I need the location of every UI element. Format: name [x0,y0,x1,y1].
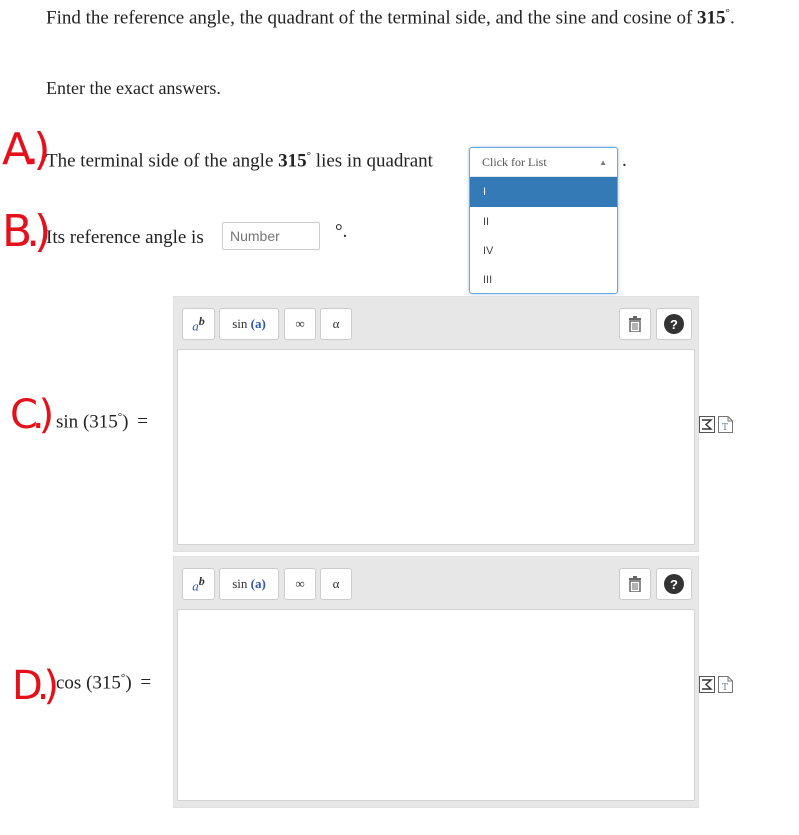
part-a-angle: 315 [278,150,307,172]
part-a-label-after: lies in quadrant [315,150,433,172]
alpha-button[interactable]: α [320,308,352,340]
part-a-label: The terminal side of the angle [46,150,274,172]
cos-func: cos [56,672,82,694]
infinity-button[interactable]: ∞ [284,568,316,600]
help-button[interactable]: ? [656,308,692,340]
sin-func: sin [56,411,79,433]
trash-icon [629,576,641,592]
cos-arg: (315 [86,672,121,694]
editor-toolbar: ab sin (a) ∞ α ? [174,557,698,609]
question-angle: 315 [697,7,726,29]
equals-sign: = [140,672,152,694]
text-document-icon[interactable]: T [718,416,733,433]
degree-symbol: ° [306,150,312,162]
alpha-button[interactable]: α [320,568,352,600]
cos-arg-end: ) [125,672,132,694]
sin-expression: sin (315°) = [56,411,148,433]
help-button[interactable]: ? [656,568,692,600]
sin-button[interactable]: sin (a) [219,308,279,340]
help-icon: ? [664,314,684,334]
editor-toolbar: ab sin (a) ∞ α ? [174,297,698,349]
dropdown-option-i[interactable]: I [470,177,617,207]
alpha-icon: α [332,316,340,331]
marker-a: A.) [2,124,51,175]
dropdown-option-iii[interactable]: III [470,265,617,294]
svg-text:T: T [722,423,728,433]
dropdown-option-iv[interactable]: IV [470,236,617,265]
infinity-button[interactable]: ∞ [284,308,316,340]
sin-edit-area[interactable] [177,349,695,545]
cos-answer-editor: ab sin (a) ∞ α ? [173,556,699,808]
marker-b: B.) [2,206,51,257]
instruction-text: Enter the exact answers. [46,78,221,98]
marker-d: D.) [12,663,59,709]
equation-editor-icon[interactable] [699,416,715,433]
sin-button[interactable]: sin (a) [219,568,279,600]
marker-c: C.) [10,392,54,438]
trash-button[interactable] [619,568,651,600]
trash-icon [629,316,641,332]
superscript-button[interactable]: ab [182,568,215,600]
question-prompt: Find the reference angle, the quadrant o… [46,7,735,29]
sin-arg-end: ) [122,411,129,433]
dropdown-placeholder: Click for List [482,154,547,169]
dropdown-header[interactable]: Click for List ▲ [470,148,617,177]
sin-arg: (a) [250,316,266,331]
alpha-icon: α [332,576,340,591]
sin-label: sin [232,576,248,591]
superscript-icon: ab [192,313,205,334]
trash-button[interactable] [619,308,651,340]
sin-answer-editor: ab sin (a) ∞ α ? [173,296,699,552]
superscript-icon: ab [192,573,205,594]
dropdown-option-ii[interactable]: II [470,207,617,236]
part-b-label: Its reference angle is [46,227,204,248]
sin-label: sin [232,316,248,331]
text-document-icon[interactable]: T [718,676,733,693]
sin-side-icons: T [699,416,733,433]
equation-editor-icon[interactable] [699,676,715,693]
help-icon: ? [664,574,684,594]
svg-text:T: T [722,683,728,693]
cos-expression: cos (315°) = [56,672,151,694]
caret-up-icon: ▲ [599,157,607,167]
superscript-button[interactable]: ab [182,308,215,340]
cos-edit-area[interactable] [177,609,695,801]
part-a-text: The terminal side of the angle 315° lies… [46,150,433,172]
part-a-end: . [622,150,627,171]
quadrant-dropdown[interactable]: Click for List ▲ I II IV III [469,147,618,294]
question-text: Find the reference angle, the quadrant o… [46,7,693,29]
equals-sign: = [137,411,148,433]
part-b-after: °. [335,221,348,242]
reference-angle-input[interactable] [222,222,320,250]
sin-arg: (315 [82,411,118,433]
question-end: . [729,7,735,29]
infinity-icon: ∞ [295,316,305,331]
infinity-icon: ∞ [295,576,305,591]
sin-arg: (a) [250,576,266,591]
cos-side-icons: T [699,676,733,693]
